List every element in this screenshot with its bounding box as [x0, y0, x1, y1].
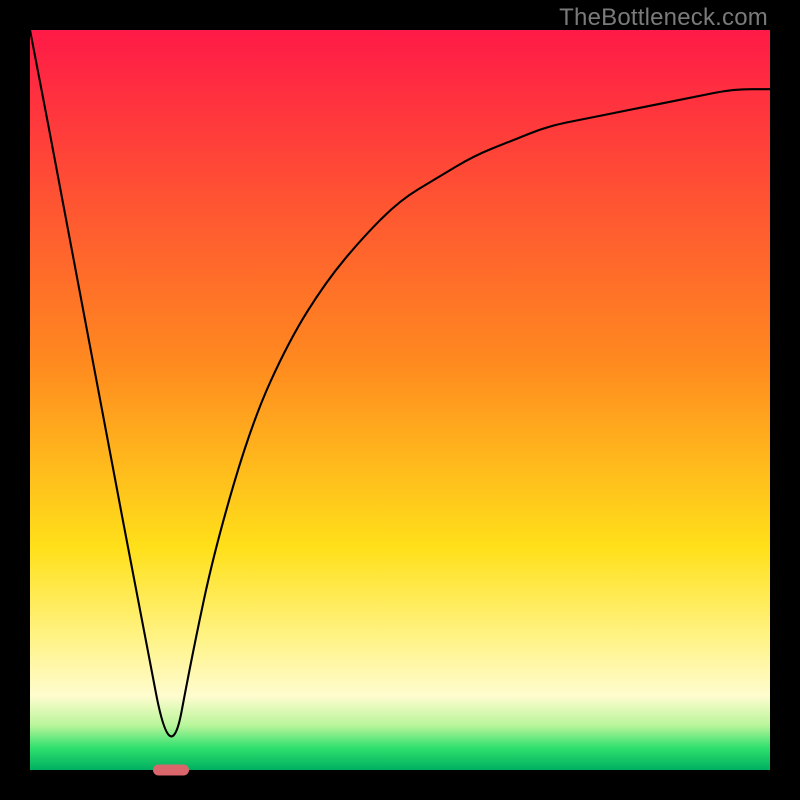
minimum-marker: [153, 765, 189, 776]
bottleneck-curve: [30, 30, 770, 736]
plot-area: [30, 30, 770, 770]
chart-stage: TheBottleneck.com: [0, 0, 800, 800]
watermark-text: TheBottleneck.com: [559, 4, 768, 32]
curve-layer: [30, 30, 770, 770]
